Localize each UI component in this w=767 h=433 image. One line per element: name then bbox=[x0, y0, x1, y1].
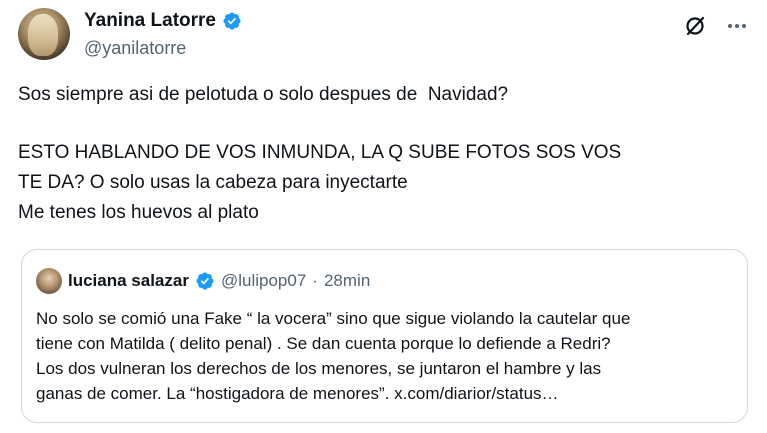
quoted-line: Los dos vulneran los derechos de los men… bbox=[36, 359, 602, 378]
quoted-tweet[interactable]: luciana salazar @lulipop07 · 28min No so… bbox=[21, 249, 748, 423]
tweet-actions-top bbox=[683, 14, 749, 38]
author-display-name[interactable]: Yanina Latorre bbox=[84, 10, 216, 32]
tweet-line: TE DA? O solo usas la cabeza para inyect… bbox=[18, 172, 408, 193]
tweet-header: Yanina Latorre @yanilatorre bbox=[18, 8, 749, 64]
quoted-author-display-name: luciana salazar bbox=[68, 271, 189, 290]
quoted-tweet-text: No solo se comió una Fake “ la vocera” s… bbox=[36, 306, 733, 406]
quoted-author-handle: @lulipop07 bbox=[220, 271, 307, 290]
verified-badge-icon bbox=[223, 12, 241, 30]
verified-badge-icon bbox=[196, 272, 214, 290]
tweet-line: Me tenes los huevos al plato bbox=[18, 202, 259, 223]
tweet-line: ESTO HABLANDO DE VOS INMUNDA, LA Q SUBE … bbox=[18, 142, 622, 163]
quoted-tweet-header: luciana salazar @lulipop07 · 28min bbox=[36, 268, 370, 294]
more-icon[interactable] bbox=[725, 14, 749, 38]
quoted-line: tiene con Matilda ( delito penal) . Se d… bbox=[36, 334, 611, 353]
grok-icon[interactable] bbox=[683, 14, 707, 38]
quoted-line: ganas de comer. La “hostigadora de menor… bbox=[36, 384, 559, 403]
quoted-line: No solo se comió una Fake “ la vocera” s… bbox=[36, 309, 631, 328]
author-handle[interactable]: @yanilatorre bbox=[84, 38, 242, 59]
author-avatar[interactable] bbox=[18, 8, 70, 60]
meta-separator: · bbox=[312, 271, 318, 290]
quoted-timestamp: 28min bbox=[323, 271, 371, 290]
tweet-line: Sos siempre asi de pelotuda o solo despu… bbox=[18, 84, 509, 105]
quoted-author-avatar bbox=[36, 268, 62, 294]
tweet-text: Sos siempre asi de pelotuda o solo despu… bbox=[18, 80, 749, 228]
author-info: Yanina Latorre @yanilatorre bbox=[84, 10, 242, 59]
